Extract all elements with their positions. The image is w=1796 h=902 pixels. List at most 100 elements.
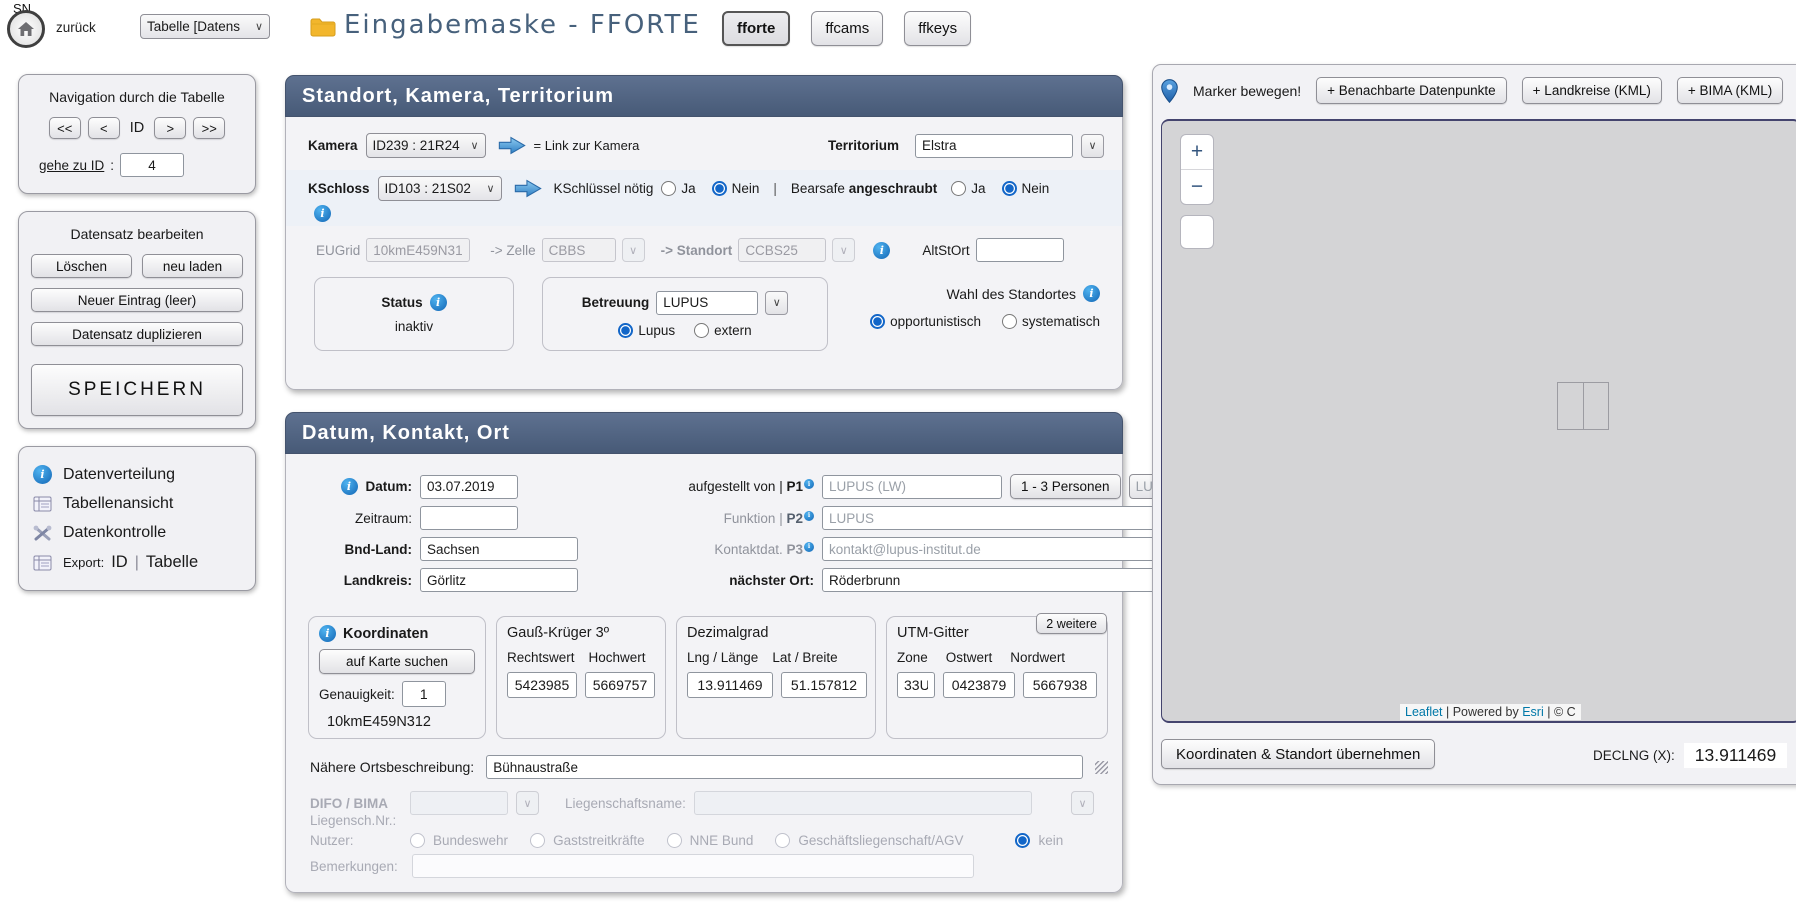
app-button-ffkeys[interactable]: ffkeys [904,11,971,46]
systematisch-radio[interactable] [1002,314,1017,329]
bima-kml-button[interactable]: + BIMA (KML) [1677,77,1783,104]
datum-input[interactable] [420,475,518,499]
declng-value: 13.911469 [1684,743,1787,768]
kschluessel-ja-radio[interactable] [661,181,676,196]
resize-grip-icon[interactable] [1095,761,1108,774]
esri-link[interactable]: Esri [1522,705,1544,719]
export-separator: | [135,554,139,572]
nutzer-bundeswehr-radio [410,833,425,848]
export-id-link[interactable]: ID [111,553,128,572]
lat-input[interactable] [781,672,867,698]
app-button-ffcams[interactable]: ffcams [811,11,883,46]
bearsafe-label: Bearsafe angeschraubt [791,181,937,196]
leaflet-link[interactable]: Leaflet [1405,705,1443,719]
standort-info-icon[interactable]: i [873,242,890,259]
zeitraum-input[interactable] [420,506,518,530]
karte-suchen-button[interactable]: auf Karte suchen [319,649,475,674]
betreuung-lupus-radio[interactable] [618,323,633,338]
p2-info-icon[interactable]: i [804,511,814,521]
next-record-button[interactable]: > [154,117,186,139]
goto-id-input[interactable] [120,153,184,177]
status-label: Status [381,295,422,310]
genauigkeit-input[interactable] [402,681,446,707]
landkreis-input[interactable] [420,568,578,592]
prev-record-button[interactable]: < [88,117,120,139]
table-select[interactable]: Tabelle [Datens ∨ [140,14,270,39]
map-zoom-control: + − [1180,134,1214,205]
dez-col-lat: Lat / Breite [772,650,837,665]
kschloss-link-arrow-icon[interactable] [514,179,542,198]
utm-ostwert-input[interactable] [943,672,1015,698]
utm-col-nordwert: Nordwert [1010,650,1065,665]
bearsafe-ja-radio[interactable] [951,181,966,196]
rechtswert-input[interactable] [507,672,577,698]
new-entry-button[interactable]: Neuer Eintrag (leer) [31,288,243,312]
sidebar-item-tabellenansicht[interactable]: Tabellenansicht [33,495,241,513]
territorium-dropdown-button[interactable]: ∨ [1081,134,1104,158]
lng-input[interactable] [687,672,773,698]
opportunistisch-radio[interactable] [870,314,885,329]
zelle-dropdown-button: ∨ [622,238,645,262]
dezimalgrad-box: Dezimalgrad Lng / Länge Lat / Breite [676,616,876,739]
first-record-button[interactable]: << [49,117,81,139]
kschloss-info-icon[interactable]: i [314,205,331,222]
app-button-fforte[interactable]: fforte [722,11,790,46]
export-table-link[interactable]: Tabelle [146,553,198,572]
utm-nordwert-input[interactable] [1023,672,1097,698]
map-canvas[interactable]: + − Leaflet | Powered by Esri | © C [1161,119,1796,723]
bearsafe-nein-radio[interactable] [1002,181,1017,196]
save-button[interactable]: SPEICHERN [31,364,243,416]
delete-button[interactable]: Löschen [31,254,132,278]
status-info-icon[interactable]: i [430,294,447,311]
datum-info-icon[interactable]: i [341,478,358,495]
p1-input[interactable] [822,475,1002,499]
utm-zone-input[interactable] [897,672,935,698]
landkreise-kml-button[interactable]: + Landkreise (KML) [1522,77,1662,104]
home-button[interactable] [7,10,45,48]
betreuung-input[interactable] [656,291,758,315]
map-panel: Marker bewegen! + Benachbarte Datenpunkt… [1152,64,1796,785]
zoom-out-button[interactable]: − [1181,170,1213,204]
p3-info-icon[interactable]: i [804,542,814,552]
ortsbeschreibung-input[interactable] [486,755,1083,779]
zeitraum-label: Zeitraum: [355,511,412,526]
zelle-label: -> Zelle [490,243,535,258]
altstort-input[interactable] [976,238,1064,262]
liegenschaftsname-dropdown-button: ∨ [1071,791,1094,815]
personen-button[interactable]: 1 - 3 Personen [1010,474,1121,499]
koordinaten-info-icon[interactable]: i [319,625,336,642]
zoom-in-button[interactable]: + [1181,135,1213,169]
hochwert-input[interactable] [585,672,655,698]
sidebar-item-datenverteilung[interactable]: i Datenverteilung [33,465,241,484]
territorium-input[interactable] [915,134,1073,158]
bndland-label: Bnd-Land: [345,542,412,557]
betreuung-extern-radio[interactable] [694,323,709,338]
apply-coordinates-button[interactable]: Koordinaten & Standort übernehmen [1161,739,1435,769]
datum-panel-header: Datum, Kontakt, Ort [285,412,1123,454]
eugrid-row: EUGrid -> Zelle ∨ -> Standort ∨ i AltStO… [286,226,1122,262]
benachbarte-datenpunkte-button[interactable]: + Benachbarte Datenpunkte [1316,77,1507,104]
sidebar-item-datenkontrolle[interactable]: Datenkontrolle [33,524,241,542]
territorium-label: Territorium [828,138,899,153]
table-icon [33,496,52,512]
eugrid-label: EUGrid [316,243,360,258]
tools-box: i Datenverteilung Tabellenansicht Datenk… [18,446,256,591]
p1-info-icon[interactable]: i [804,479,814,489]
declng-readout: DECLNG (X): 13.911469 [1593,743,1787,768]
kschluessel-nein-radio[interactable] [712,181,727,196]
back-link[interactable]: zurück [56,20,96,35]
map-layer-button[interactable] [1180,215,1214,249]
reload-button[interactable]: neu laden [142,254,243,278]
page-title: Eingabemaske - FFORTE [344,10,701,40]
goto-id-link[interactable]: gehe zu ID [39,158,104,173]
kschloss-select[interactable]: ID103 : 21S02 ∨ [378,176,502,201]
bndland-input[interactable] [420,537,578,561]
duplicate-record-button[interactable]: Datensatz duplizieren [31,322,243,346]
betreuung-dropdown-button[interactable]: ∨ [765,291,788,315]
camera-link-arrow-icon[interactable] [498,136,526,155]
record-edit-title: Datensatz bearbeiten [31,226,243,242]
last-record-button[interactable]: >> [193,117,225,139]
more-coords-button[interactable]: 2 weitere [1036,613,1107,634]
wahl-standort-info-icon[interactable]: i [1083,285,1100,302]
kamera-select[interactable]: ID239 : 21R24 ∨ [366,133,486,158]
